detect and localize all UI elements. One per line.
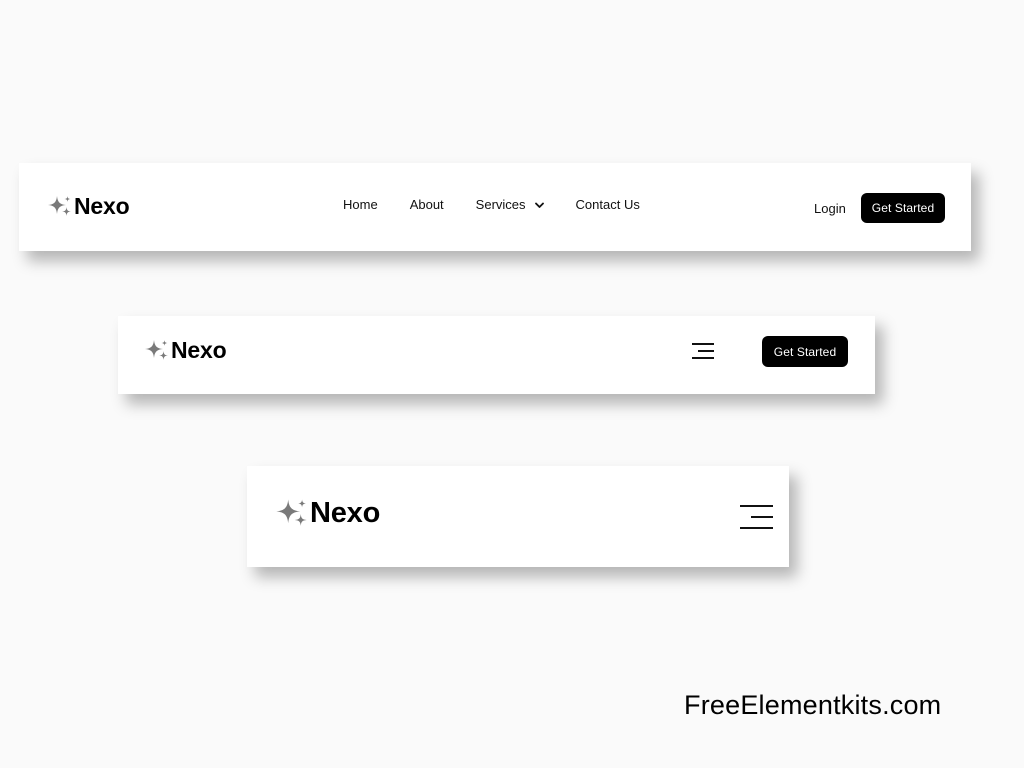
nav-link-about[interactable]: About bbox=[410, 197, 444, 212]
sparkle-icon bbox=[275, 498, 308, 530]
brand-logo[interactable]: Nexo bbox=[47, 193, 130, 220]
desktop-navbar: Nexo Home About Services Contact Us Logi… bbox=[19, 163, 971, 251]
nav-link-home[interactable]: Home bbox=[343, 197, 378, 212]
get-started-button[interactable]: Get Started bbox=[762, 336, 848, 367]
brand-name: Nexo bbox=[310, 497, 381, 529]
mobile-navbar: Nexo bbox=[247, 466, 789, 567]
brand-logo[interactable]: Nexo bbox=[144, 337, 227, 364]
sparkle-icon bbox=[144, 339, 169, 363]
chevron-down-icon bbox=[534, 197, 544, 212]
hamburger-menu-icon[interactable] bbox=[692, 342, 714, 360]
canvas: Nexo Home About Services Contact Us Logi… bbox=[0, 0, 1024, 768]
nav-link-services-label: Services bbox=[475, 197, 526, 212]
sparkle-icon bbox=[47, 195, 72, 219]
hamburger-menu-icon[interactable] bbox=[740, 504, 773, 530]
get-started-button[interactable]: Get Started bbox=[861, 193, 945, 223]
brand-name: Nexo bbox=[171, 337, 227, 363]
watermark-text: FreeElementkits.com bbox=[684, 690, 942, 720]
nav-link-services[interactable]: Services bbox=[476, 197, 544, 212]
login-link[interactable]: Login bbox=[814, 201, 846, 216]
brand-logo[interactable]: Nexo bbox=[275, 497, 380, 530]
brand-name: Nexo bbox=[74, 193, 130, 219]
nav-link-contact-us[interactable]: Contact Us bbox=[576, 197, 640, 212]
tablet-navbar: Nexo Get Started bbox=[118, 316, 875, 394]
main-menu: Home About Services Contact Us bbox=[343, 197, 640, 212]
